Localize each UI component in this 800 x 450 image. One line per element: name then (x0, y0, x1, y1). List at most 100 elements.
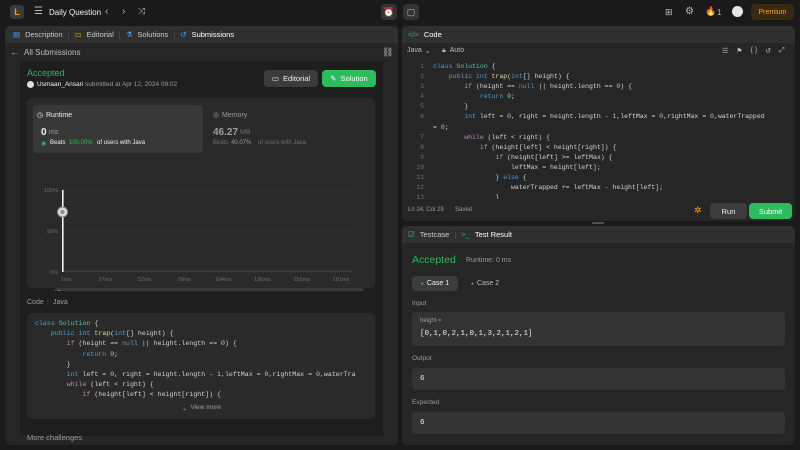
code-tab-title[interactable]: Code (424, 30, 442, 39)
language-select[interactable]: Java ⌄ (407, 47, 431, 55)
marker-inner (60, 210, 65, 214)
expected-value: 6 (420, 419, 425, 427)
settings-icon[interactable]: ⚙ (685, 6, 694, 17)
username[interactable]: Usmaan_Ansari (37, 81, 83, 88)
expand-icon[interactable]: ⤢ (779, 47, 785, 55)
x-tick-label: 1ms (61, 277, 72, 283)
leetcode-logo[interactable]: L (10, 5, 24, 19)
input-box: height = [0,1,0,2,1,0,1,3,2,1,2,1] (412, 312, 785, 346)
line-number: 9 (420, 153, 424, 161)
tab-solutions[interactable]: Solutions (137, 30, 168, 39)
solution-button[interactable]: ✎ Solution (322, 70, 376, 87)
chart-bar (320, 270, 322, 272)
editor-line: 2 public int trap(int[] height) { (402, 72, 795, 82)
top-bar: L ☰ Daily Question ‹ › ⤨ ⏰ ▢ ⊞ ⚙ 🔥 1 Pre… (0, 0, 800, 24)
runtime-beats-icon: ◉ (41, 141, 47, 147)
code-lang: Java (53, 299, 68, 306)
line-number: 3 (420, 83, 424, 91)
back-link[interactable]: ← All Submissions (10, 47, 80, 57)
case-1-tab[interactable]: ● Case 1 (412, 276, 458, 291)
editorial-button[interactable]: ▭ Editorial (264, 70, 318, 87)
case-1-dot: ● (420, 280, 424, 287)
avatar[interactable] (732, 6, 743, 17)
chart-bar (244, 270, 247, 272)
code-block: class Solution { public int trap(int[] h… (27, 313, 375, 419)
submitted-time: submitted at Apr 12, 2024 09:02 (85, 81, 178, 88)
chart-bar (270, 270, 273, 272)
daily-question-title[interactable]: Daily Question (49, 8, 101, 17)
range-slider (54, 288, 364, 291)
more-challenges[interactable]: More challenges (27, 433, 82, 442)
chart-bar (140, 270, 142, 272)
run-button[interactable]: Run (710, 203, 747, 219)
reset-icon[interactable]: ↺ (765, 47, 771, 55)
chart-bar (340, 270, 342, 272)
problem-list-icon[interactable]: ☰ (34, 6, 43, 17)
shuffle-icon[interactable]: ⤨ (138, 6, 145, 17)
line-number: 4 (420, 93, 424, 101)
submit-button[interactable]: Submit (749, 203, 792, 219)
format-icon[interactable]: ☰ (722, 47, 728, 55)
bookmark-icon[interactable]: ⚑ (736, 47, 742, 55)
auto-mode[interactable]: 🔒︎ Auto (442, 47, 464, 55)
lock-icon: 🔒︎ (442, 47, 446, 54)
chart-bar (207, 270, 209, 272)
editor-line: 11 } else { (402, 173, 795, 183)
editorial-button-label: Editorial (282, 74, 311, 83)
output-box: 6 (412, 368, 785, 390)
chart-bar (221, 270, 224, 272)
chevron-down-icon: ⌄ (424, 48, 431, 55)
line-code: if (height == null || height.length == 0… (464, 83, 632, 91)
line-code: = 0; (433, 123, 449, 131)
code-label: Code (27, 299, 44, 306)
chart-bar (236, 270, 238, 272)
prev-icon[interactable]: ‹ (105, 6, 108, 17)
chart-bar (256, 270, 258, 272)
chart-bar (64, 270, 67, 272)
editorial-icon: ▭ (74, 30, 82, 39)
chart-bar (108, 270, 110, 272)
layout-icon[interactable]: ⊞ (665, 7, 673, 18)
tab-submissions[interactable]: Submissions (192, 30, 235, 39)
editor-line: 9 if (height[left] >= leftMax) { (402, 153, 795, 163)
line-number: 8 (420, 143, 424, 151)
runtime-distribution-chart[interactable]: 100% 50% 0%1ms 27ms 52ms 78ms 104ms 130ms 155ms 1… (27, 156, 375, 291)
case-2-tab[interactable]: ● Case 2 (462, 276, 508, 291)
tab-editorial[interactable]: Editorial (87, 30, 114, 39)
chart-bar (198, 270, 200, 272)
timer-icon[interactable]: ⏰ (381, 4, 397, 20)
debug-icon[interactable]: ✲ (694, 205, 702, 216)
chart-bar (122, 270, 125, 272)
line-code: int left = 0, right = height.length - 1,… (464, 113, 765, 121)
share-icon[interactable]: ⛓ (382, 47, 393, 58)
chart-bar (224, 270, 226, 272)
chart-bar (296, 270, 299, 272)
memory-value: 46.27 (213, 127, 239, 138)
view-more-button[interactable]: ⌄ View more (182, 404, 221, 412)
terminal-icon: >_ (461, 230, 470, 239)
chart-bar (276, 270, 279, 272)
tab-testcase[interactable]: Testcase (420, 230, 450, 239)
notes-icon[interactable]: ▢ (403, 4, 419, 20)
chart-bar (85, 270, 87, 272)
runtime-beats-pct: 100.00% (69, 140, 93, 146)
chart-bar (328, 270, 331, 272)
case-2-label: Case 2 (476, 280, 500, 287)
chart-bar (88, 270, 90, 272)
y-tick-label: 0% (50, 270, 58, 276)
chart-bar (308, 270, 311, 272)
streak-icon[interactable]: 🔥 (705, 6, 716, 17)
chart-bar (143, 270, 145, 272)
panel-resize-handle[interactable] (592, 222, 604, 224)
editor-area[interactable]: 1 class Solution {2 public int trap(int[]… (402, 59, 795, 199)
premium-button[interactable]: Premium (751, 4, 794, 20)
x-tick-label: 155ms (293, 277, 310, 283)
tab-test-result[interactable]: Test Result (475, 230, 512, 239)
next-icon[interactable]: › (122, 6, 125, 17)
output-value: 6 (420, 375, 425, 383)
tab-description[interactable]: Description (25, 30, 63, 39)
chart-bar (154, 270, 157, 272)
chart-bar (120, 270, 122, 272)
view-more-label: View more (190, 404, 222, 411)
braces-icon[interactable]: { } (751, 47, 758, 55)
